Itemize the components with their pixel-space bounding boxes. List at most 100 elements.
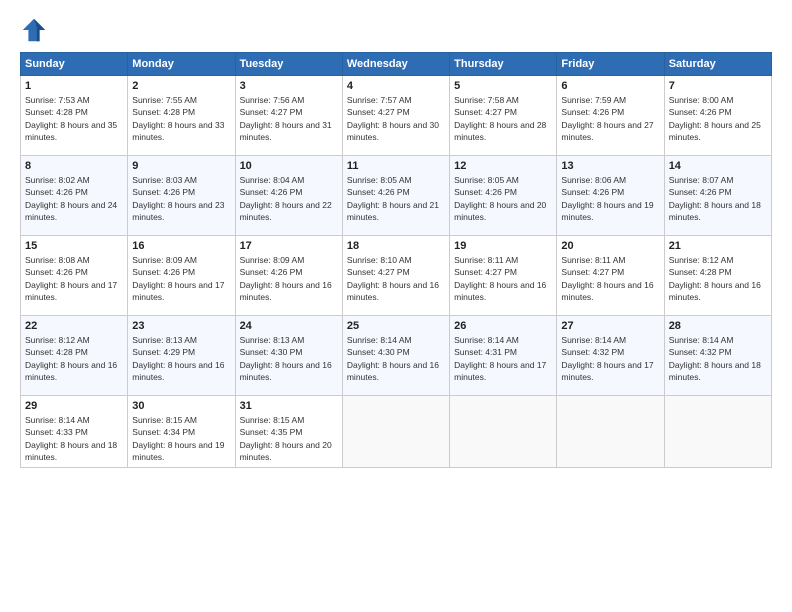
day-number: 2 [132, 80, 230, 92]
header-tuesday: Tuesday [235, 53, 342, 76]
table-row: 24 Sunrise: 8:13 AM Sunset: 4:30 PM Dayl… [235, 316, 342, 396]
table-row: 28 Sunrise: 8:14 AM Sunset: 4:32 PM Dayl… [664, 316, 771, 396]
day-number: 22 [25, 320, 123, 332]
day-number: 24 [240, 320, 338, 332]
page: Sunday Monday Tuesday Wednesday Thursday… [0, 0, 792, 612]
day-info: Sunrise: 8:08 AM Sunset: 4:26 PM Dayligh… [25, 254, 123, 303]
day-info: Sunrise: 8:14 AM Sunset: 4:32 PM Dayligh… [561, 334, 659, 383]
day-number: 10 [240, 160, 338, 172]
day-info: Sunrise: 8:14 AM Sunset: 4:30 PM Dayligh… [347, 334, 445, 383]
day-info: Sunrise: 8:07 AM Sunset: 4:26 PM Dayligh… [669, 174, 767, 223]
table-row: 17 Sunrise: 8:09 AM Sunset: 4:26 PM Dayl… [235, 236, 342, 316]
table-row: 4 Sunrise: 7:57 AM Sunset: 4:27 PM Dayli… [342, 76, 449, 156]
table-row: 26 Sunrise: 8:14 AM Sunset: 4:31 PM Dayl… [450, 316, 557, 396]
day-info: Sunrise: 8:09 AM Sunset: 4:26 PM Dayligh… [132, 254, 230, 303]
day-number: 15 [25, 240, 123, 252]
table-row: 20 Sunrise: 8:11 AM Sunset: 4:27 PM Dayl… [557, 236, 664, 316]
day-number: 27 [561, 320, 659, 332]
day-number: 26 [454, 320, 552, 332]
day-info: Sunrise: 8:04 AM Sunset: 4:26 PM Dayligh… [240, 174, 338, 223]
calendar-table: Sunday Monday Tuesday Wednesday Thursday… [20, 52, 772, 468]
day-number: 11 [347, 160, 445, 172]
day-number: 18 [347, 240, 445, 252]
table-row: 29 Sunrise: 8:14 AM Sunset: 4:33 PM Dayl… [21, 396, 128, 468]
day-info: Sunrise: 7:56 AM Sunset: 4:27 PM Dayligh… [240, 94, 338, 143]
header-sunday: Sunday [21, 53, 128, 76]
day-info: Sunrise: 7:58 AM Sunset: 4:27 PM Dayligh… [454, 94, 552, 143]
table-row [450, 396, 557, 468]
weekday-header-row: Sunday Monday Tuesday Wednesday Thursday… [21, 53, 772, 76]
day-info: Sunrise: 8:12 AM Sunset: 4:28 PM Dayligh… [25, 334, 123, 383]
table-row: 22 Sunrise: 8:12 AM Sunset: 4:28 PM Dayl… [21, 316, 128, 396]
day-number: 29 [25, 400, 123, 412]
day-number: 16 [132, 240, 230, 252]
day-number: 31 [240, 400, 338, 412]
table-row: 15 Sunrise: 8:08 AM Sunset: 4:26 PM Dayl… [21, 236, 128, 316]
day-number: 25 [347, 320, 445, 332]
day-info: Sunrise: 7:57 AM Sunset: 4:27 PM Dayligh… [347, 94, 445, 143]
header-friday: Friday [557, 53, 664, 76]
header-saturday: Saturday [664, 53, 771, 76]
day-info: Sunrise: 8:14 AM Sunset: 4:33 PM Dayligh… [25, 414, 123, 463]
day-info: Sunrise: 8:02 AM Sunset: 4:26 PM Dayligh… [25, 174, 123, 223]
day-number: 20 [561, 240, 659, 252]
day-number: 12 [454, 160, 552, 172]
table-row: 25 Sunrise: 8:14 AM Sunset: 4:30 PM Dayl… [342, 316, 449, 396]
day-info: Sunrise: 8:14 AM Sunset: 4:31 PM Dayligh… [454, 334, 552, 383]
table-row: 1 Sunrise: 7:53 AM Sunset: 4:28 PM Dayli… [21, 76, 128, 156]
day-number: 9 [132, 160, 230, 172]
table-row: 9 Sunrise: 8:03 AM Sunset: 4:26 PM Dayli… [128, 156, 235, 236]
table-row: 12 Sunrise: 8:05 AM Sunset: 4:26 PM Dayl… [450, 156, 557, 236]
day-info: Sunrise: 8:15 AM Sunset: 4:35 PM Dayligh… [240, 414, 338, 463]
table-row: 11 Sunrise: 8:05 AM Sunset: 4:26 PM Dayl… [342, 156, 449, 236]
table-row: 23 Sunrise: 8:13 AM Sunset: 4:29 PM Dayl… [128, 316, 235, 396]
header-monday: Monday [128, 53, 235, 76]
day-info: Sunrise: 7:59 AM Sunset: 4:26 PM Dayligh… [561, 94, 659, 143]
day-number: 28 [669, 320, 767, 332]
day-info: Sunrise: 8:10 AM Sunset: 4:27 PM Dayligh… [347, 254, 445, 303]
table-row: 6 Sunrise: 7:59 AM Sunset: 4:26 PM Dayli… [557, 76, 664, 156]
day-info: Sunrise: 8:11 AM Sunset: 4:27 PM Dayligh… [454, 254, 552, 303]
day-number: 8 [25, 160, 123, 172]
day-info: Sunrise: 8:03 AM Sunset: 4:26 PM Dayligh… [132, 174, 230, 223]
day-number: 7 [669, 80, 767, 92]
day-info: Sunrise: 8:13 AM Sunset: 4:30 PM Dayligh… [240, 334, 338, 383]
header [20, 16, 772, 44]
day-info: Sunrise: 8:09 AM Sunset: 4:26 PM Dayligh… [240, 254, 338, 303]
table-row: 31 Sunrise: 8:15 AM Sunset: 4:35 PM Dayl… [235, 396, 342, 468]
table-row: 30 Sunrise: 8:15 AM Sunset: 4:34 PM Dayl… [128, 396, 235, 468]
table-row: 5 Sunrise: 7:58 AM Sunset: 4:27 PM Dayli… [450, 76, 557, 156]
day-info: Sunrise: 8:05 AM Sunset: 4:26 PM Dayligh… [454, 174, 552, 223]
header-wednesday: Wednesday [342, 53, 449, 76]
table-row: 13 Sunrise: 8:06 AM Sunset: 4:26 PM Dayl… [557, 156, 664, 236]
day-number: 17 [240, 240, 338, 252]
day-info: Sunrise: 8:14 AM Sunset: 4:32 PM Dayligh… [669, 334, 767, 383]
table-row: 27 Sunrise: 8:14 AM Sunset: 4:32 PM Dayl… [557, 316, 664, 396]
day-info: Sunrise: 8:11 AM Sunset: 4:27 PM Dayligh… [561, 254, 659, 303]
table-row: 3 Sunrise: 7:56 AM Sunset: 4:27 PM Dayli… [235, 76, 342, 156]
day-info: Sunrise: 7:53 AM Sunset: 4:28 PM Dayligh… [25, 94, 123, 143]
day-info: Sunrise: 8:15 AM Sunset: 4:34 PM Dayligh… [132, 414, 230, 463]
day-number: 21 [669, 240, 767, 252]
table-row: 7 Sunrise: 8:00 AM Sunset: 4:26 PM Dayli… [664, 76, 771, 156]
table-row [557, 396, 664, 468]
day-number: 3 [240, 80, 338, 92]
table-row: 2 Sunrise: 7:55 AM Sunset: 4:28 PM Dayli… [128, 76, 235, 156]
day-info: Sunrise: 8:12 AM Sunset: 4:28 PM Dayligh… [669, 254, 767, 303]
table-row: 10 Sunrise: 8:04 AM Sunset: 4:26 PM Dayl… [235, 156, 342, 236]
table-row: 21 Sunrise: 8:12 AM Sunset: 4:28 PM Dayl… [664, 236, 771, 316]
day-number: 23 [132, 320, 230, 332]
day-info: Sunrise: 8:00 AM Sunset: 4:26 PM Dayligh… [669, 94, 767, 143]
day-info: Sunrise: 8:05 AM Sunset: 4:26 PM Dayligh… [347, 174, 445, 223]
day-number: 19 [454, 240, 552, 252]
table-row: 16 Sunrise: 8:09 AM Sunset: 4:26 PM Dayl… [128, 236, 235, 316]
table-row [664, 396, 771, 468]
day-info: Sunrise: 8:06 AM Sunset: 4:26 PM Dayligh… [561, 174, 659, 223]
table-row: 8 Sunrise: 8:02 AM Sunset: 4:26 PM Dayli… [21, 156, 128, 236]
table-row: 18 Sunrise: 8:10 AM Sunset: 4:27 PM Dayl… [342, 236, 449, 316]
day-number: 4 [347, 80, 445, 92]
day-number: 14 [669, 160, 767, 172]
day-number: 30 [132, 400, 230, 412]
day-info: Sunrise: 8:13 AM Sunset: 4:29 PM Dayligh… [132, 334, 230, 383]
header-thursday: Thursday [450, 53, 557, 76]
